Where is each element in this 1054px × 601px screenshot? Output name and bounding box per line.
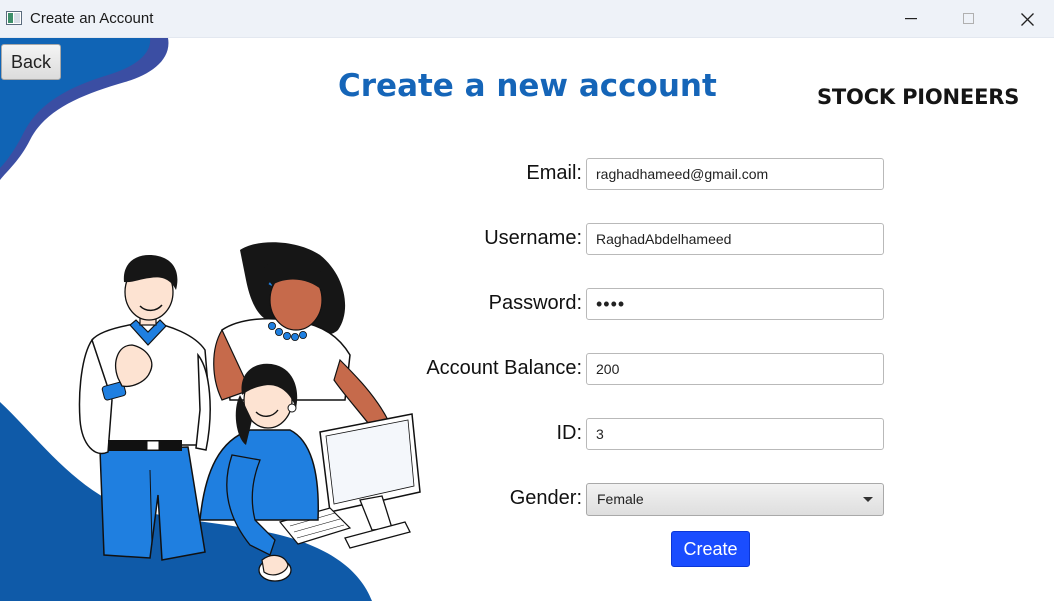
password-field[interactable] <box>586 288 884 320</box>
email-label: Email: <box>526 162 582 184</box>
window-title: Create an Account <box>30 10 154 27</box>
illustration <box>0 38 421 601</box>
gender-select[interactable]: Female <box>586 483 884 516</box>
maximize-icon <box>963 13 974 24</box>
create-account-form-area: Back Create a new account STOCK PIONEERS… <box>0 38 1054 601</box>
close-icon <box>1020 12 1034 26</box>
close-button[interactable] <box>998 0 1054 38</box>
account-balance-field[interactable] <box>586 353 884 385</box>
username-field[interactable] <box>586 223 884 255</box>
username-label: Username: <box>484 227 582 249</box>
account-balance-label: Account Balance: <box>426 357 582 379</box>
minimize-button[interactable] <box>882 0 940 38</box>
page-title: Create a new account <box>338 68 717 104</box>
create-button[interactable]: Create <box>671 531 750 567</box>
gender-label: Gender: <box>509 487 582 509</box>
app-icon <box>6 11 22 25</box>
id-field[interactable] <box>586 418 884 450</box>
email-field[interactable] <box>586 158 884 190</box>
minimize-icon <box>905 18 917 20</box>
maximize-button[interactable] <box>940 0 998 38</box>
password-label: Password: <box>488 292 582 314</box>
id-label: ID: <box>556 422 582 444</box>
chevron-down-icon <box>863 497 873 502</box>
title-bar: Create an Account <box>0 0 1054 38</box>
brand-name: STOCK PIONEERS <box>817 85 1020 109</box>
gender-selected-value: Female <box>597 491 644 507</box>
back-button[interactable]: Back <box>1 44 61 80</box>
